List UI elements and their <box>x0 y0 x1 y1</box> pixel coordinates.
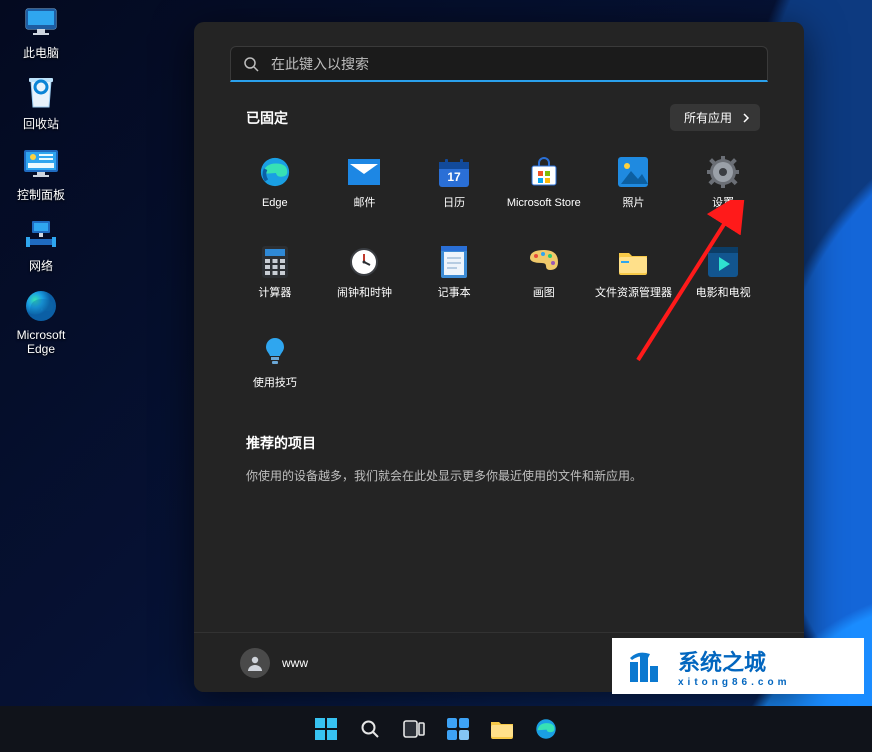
taskbar-search-button[interactable] <box>351 710 389 748</box>
network-icon <box>23 217 59 253</box>
pinned-title: 已固定 <box>246 108 288 128</box>
pinned-app-mail[interactable]: 邮件 <box>320 145 410 227</box>
pinned-app-clock[interactable]: 闹钟和时钟 <box>320 235 410 317</box>
desktop-icon-label: 网络 <box>29 257 53 274</box>
recycle-bin-icon <box>23 75 59 111</box>
edge-icon <box>535 718 557 740</box>
pinned-header: 已固定 所有应用 <box>202 104 796 131</box>
pinned-app-photos[interactable]: 照片 <box>589 145 679 227</box>
user-account-button[interactable]: www <box>240 648 308 678</box>
desktop-icon-network[interactable]: 网络 <box>6 217 76 274</box>
taskbar-taskview-button[interactable] <box>395 710 433 748</box>
desktop-icon-label: 回收站 <box>23 115 59 132</box>
tile-label: 闹钟和时钟 <box>337 287 392 299</box>
tile-label: 邮件 <box>353 197 375 209</box>
svg-text:17: 17 <box>447 170 461 184</box>
widgets-icon <box>447 718 469 740</box>
avatar-icon <box>240 648 270 678</box>
tile-label: Microsoft Store <box>507 197 581 209</box>
tile-label: 使用技巧 <box>253 377 297 389</box>
search-box[interactable]: 在此键入以搜索 <box>230 46 768 82</box>
taskbar <box>0 706 872 752</box>
taskbar-explorer-button[interactable] <box>483 710 521 748</box>
desktop-icon-control-panel[interactable]: 控制面板 <box>6 146 76 203</box>
desktop-icon-label: Microsoft Edge <box>17 328 66 356</box>
edge-icon <box>23 288 59 324</box>
all-apps-label: 所有应用 <box>684 109 732 126</box>
start-menu: 在此键入以搜索 已固定 所有应用 Edge 邮件 17 日历 Microsoft… <box>194 22 804 692</box>
paint-icon <box>527 245 561 279</box>
edge-icon <box>258 155 292 189</box>
windows-icon <box>315 718 337 740</box>
recommended-title: 推荐的项目 <box>246 433 316 453</box>
desktop-icon-label: 控制面板 <box>17 186 65 203</box>
photos-icon <box>616 155 650 189</box>
watermark-sub: xitong86.com <box>678 677 790 688</box>
gear-icon <box>706 155 740 189</box>
desktop-icon-this-pc[interactable]: 此电脑 <box>6 4 76 61</box>
watermark-title: 系统之城 <box>678 645 790 677</box>
tile-label: 计算器 <box>258 287 291 299</box>
taskbar-start-button[interactable] <box>307 710 345 748</box>
recommended-header: 推荐的项目 <box>202 433 796 453</box>
taskview-icon <box>403 720 425 738</box>
pinned-app-tips[interactable]: 使用技巧 <box>230 325 320 407</box>
chevron-right-icon <box>742 113 750 123</box>
mail-icon <box>347 155 381 189</box>
search-icon <box>360 719 380 739</box>
monitor-icon <box>23 4 59 40</box>
store-icon <box>527 155 561 189</box>
pinned-app-notepad[interactable]: 记事本 <box>409 235 499 317</box>
tips-icon <box>258 335 292 369</box>
desktop-icon-label: 此电脑 <box>23 44 59 61</box>
pinned-app-paint[interactable]: 画图 <box>499 235 589 317</box>
tile-label: 记事本 <box>438 287 471 299</box>
recommended-empty-text: 你使用的设备越多，我们就会在此处显示更多你最近使用的文件和新应用。 <box>202 463 796 484</box>
tile-label: 日历 <box>443 197 465 209</box>
calendar-icon: 17 <box>437 155 471 189</box>
desktop-icon-recycle-bin[interactable]: 回收站 <box>6 75 76 132</box>
pinned-app-calendar[interactable]: 17 日历 <box>409 145 499 227</box>
taskbar-edge-button[interactable] <box>527 710 565 748</box>
tile-label: 照片 <box>622 197 644 209</box>
tile-label: 文件资源管理器 <box>595 287 672 299</box>
pinned-app-settings[interactable]: 设置 <box>678 145 768 227</box>
tile-label: Edge <box>262 197 288 209</box>
pinned-app-movies[interactable]: 电影和电视 <box>678 235 768 317</box>
tile-label: 设置 <box>712 197 734 209</box>
pinned-apps-grid: Edge 邮件 17 日历 Microsoft Store 照片 设置 计算器 <box>202 145 796 407</box>
clock-icon <box>347 245 381 279</box>
tile-label: 画图 <box>533 287 555 299</box>
desktop-icons: 此电脑 回收站 控制面板 网络 Microsoft Edge <box>6 4 76 356</box>
control-panel-icon <box>23 146 59 182</box>
pinned-app-edge[interactable]: Edge <box>230 145 320 227</box>
search-icon <box>243 56 259 72</box>
folder-icon <box>490 719 514 739</box>
pinned-app-explorer[interactable]: 文件资源管理器 <box>589 235 679 317</box>
watermark-logo-icon <box>624 644 668 688</box>
user-name: www <box>282 656 308 670</box>
pinned-app-store[interactable]: Microsoft Store <box>499 145 589 227</box>
tile-label: 电影和电视 <box>696 287 751 299</box>
all-apps-button[interactable]: 所有应用 <box>670 104 760 131</box>
notepad-icon <box>437 245 471 279</box>
search-placeholder: 在此键入以搜索 <box>271 54 369 74</box>
pinned-app-calculator[interactable]: 计算器 <box>230 235 320 317</box>
folder-icon <box>616 245 650 279</box>
desktop-icon-edge[interactable]: Microsoft Edge <box>6 288 76 356</box>
watermark-badge: 系统之城 xitong86.com <box>612 638 864 694</box>
movies-icon <box>706 245 740 279</box>
calculator-icon <box>258 245 292 279</box>
taskbar-widgets-button[interactable] <box>439 710 477 748</box>
